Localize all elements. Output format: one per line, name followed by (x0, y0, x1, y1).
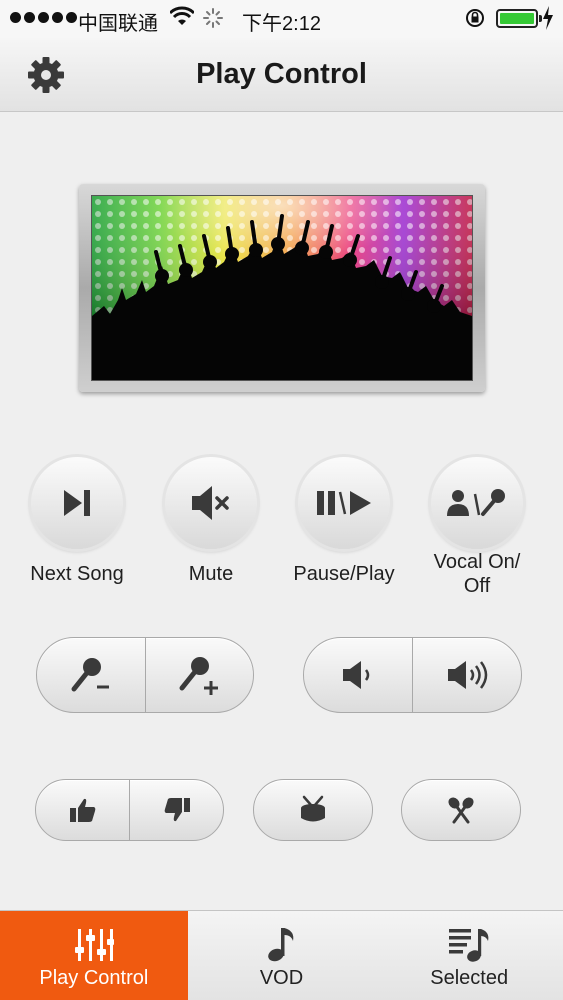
maracas-effect-button[interactable] (402, 780, 520, 840)
tab-vod-label: VOD (259, 967, 304, 989)
vocal-toggle-label: Vocal On/ Off (433, 551, 521, 597)
orientation-lock-icon (464, 7, 486, 35)
maracas-icon (448, 797, 474, 824)
battery-icon (496, 9, 542, 28)
thumbs-up-button[interactable] (36, 780, 129, 840)
status-bar: 中国联通 下午2:12 (0, 0, 563, 38)
vocal-toggle-button[interactable] (431, 457, 523, 549)
mic-plus-icon (179, 657, 219, 695)
mixer-sliders-icon (74, 929, 114, 961)
concert-crowd-image (91, 195, 473, 381)
volume-high-icon (448, 661, 488, 689)
vocal-mic-icon (447, 489, 505, 516)
pause-play-icon (317, 491, 371, 515)
next-song-button[interactable] (31, 457, 123, 549)
music-note-icon (267, 928, 293, 962)
pause-play-button[interactable] (298, 457, 390, 549)
navigation-bar: Play Control (0, 38, 563, 112)
next-song-label: Next Song (30, 563, 124, 585)
music-volume-group (303, 637, 522, 713)
volume-low-icon (343, 661, 370, 689)
drum-icon (301, 795, 325, 822)
drum-effect-button[interactable] (254, 780, 372, 840)
mute-button[interactable] (165, 457, 257, 549)
mic-minus-icon (71, 658, 109, 692)
pause-play-label: Pause/Play (293, 563, 395, 585)
drum-effect-group (253, 779, 373, 841)
tab-vod[interactable]: VOD (188, 911, 376, 1000)
thumbs-down-icon (164, 798, 190, 822)
thumbs-up-icon (69, 798, 95, 822)
playlist-icon (449, 929, 489, 962)
tab-selected-label: Selected (430, 967, 509, 989)
mic-volume-group (36, 637, 254, 713)
rating-group (35, 779, 224, 841)
tab-bar: Play Control VOD Selected (0, 910, 563, 1000)
mute-icon (192, 486, 229, 520)
maracas-effect-group (401, 779, 521, 841)
charging-icon (542, 6, 554, 36)
skip-next-icon (64, 490, 90, 516)
volume-down-button[interactable] (304, 638, 412, 712)
tab-selected[interactable]: Selected (375, 911, 563, 1000)
tab-play-control-label: Play Control (39, 967, 149, 989)
volume-up-button[interactable] (412, 638, 521, 712)
tab-play-control[interactable]: Play Control (0, 911, 188, 1000)
mic-volume-up-button[interactable] (144, 638, 254, 712)
mic-volume-down-button[interactable] (37, 638, 145, 712)
page-title: Play Control (196, 58, 367, 90)
hero-image-frame (79, 184, 485, 392)
thumbs-down-button[interactable] (129, 780, 223, 840)
mute-label: Mute (188, 563, 234, 585)
